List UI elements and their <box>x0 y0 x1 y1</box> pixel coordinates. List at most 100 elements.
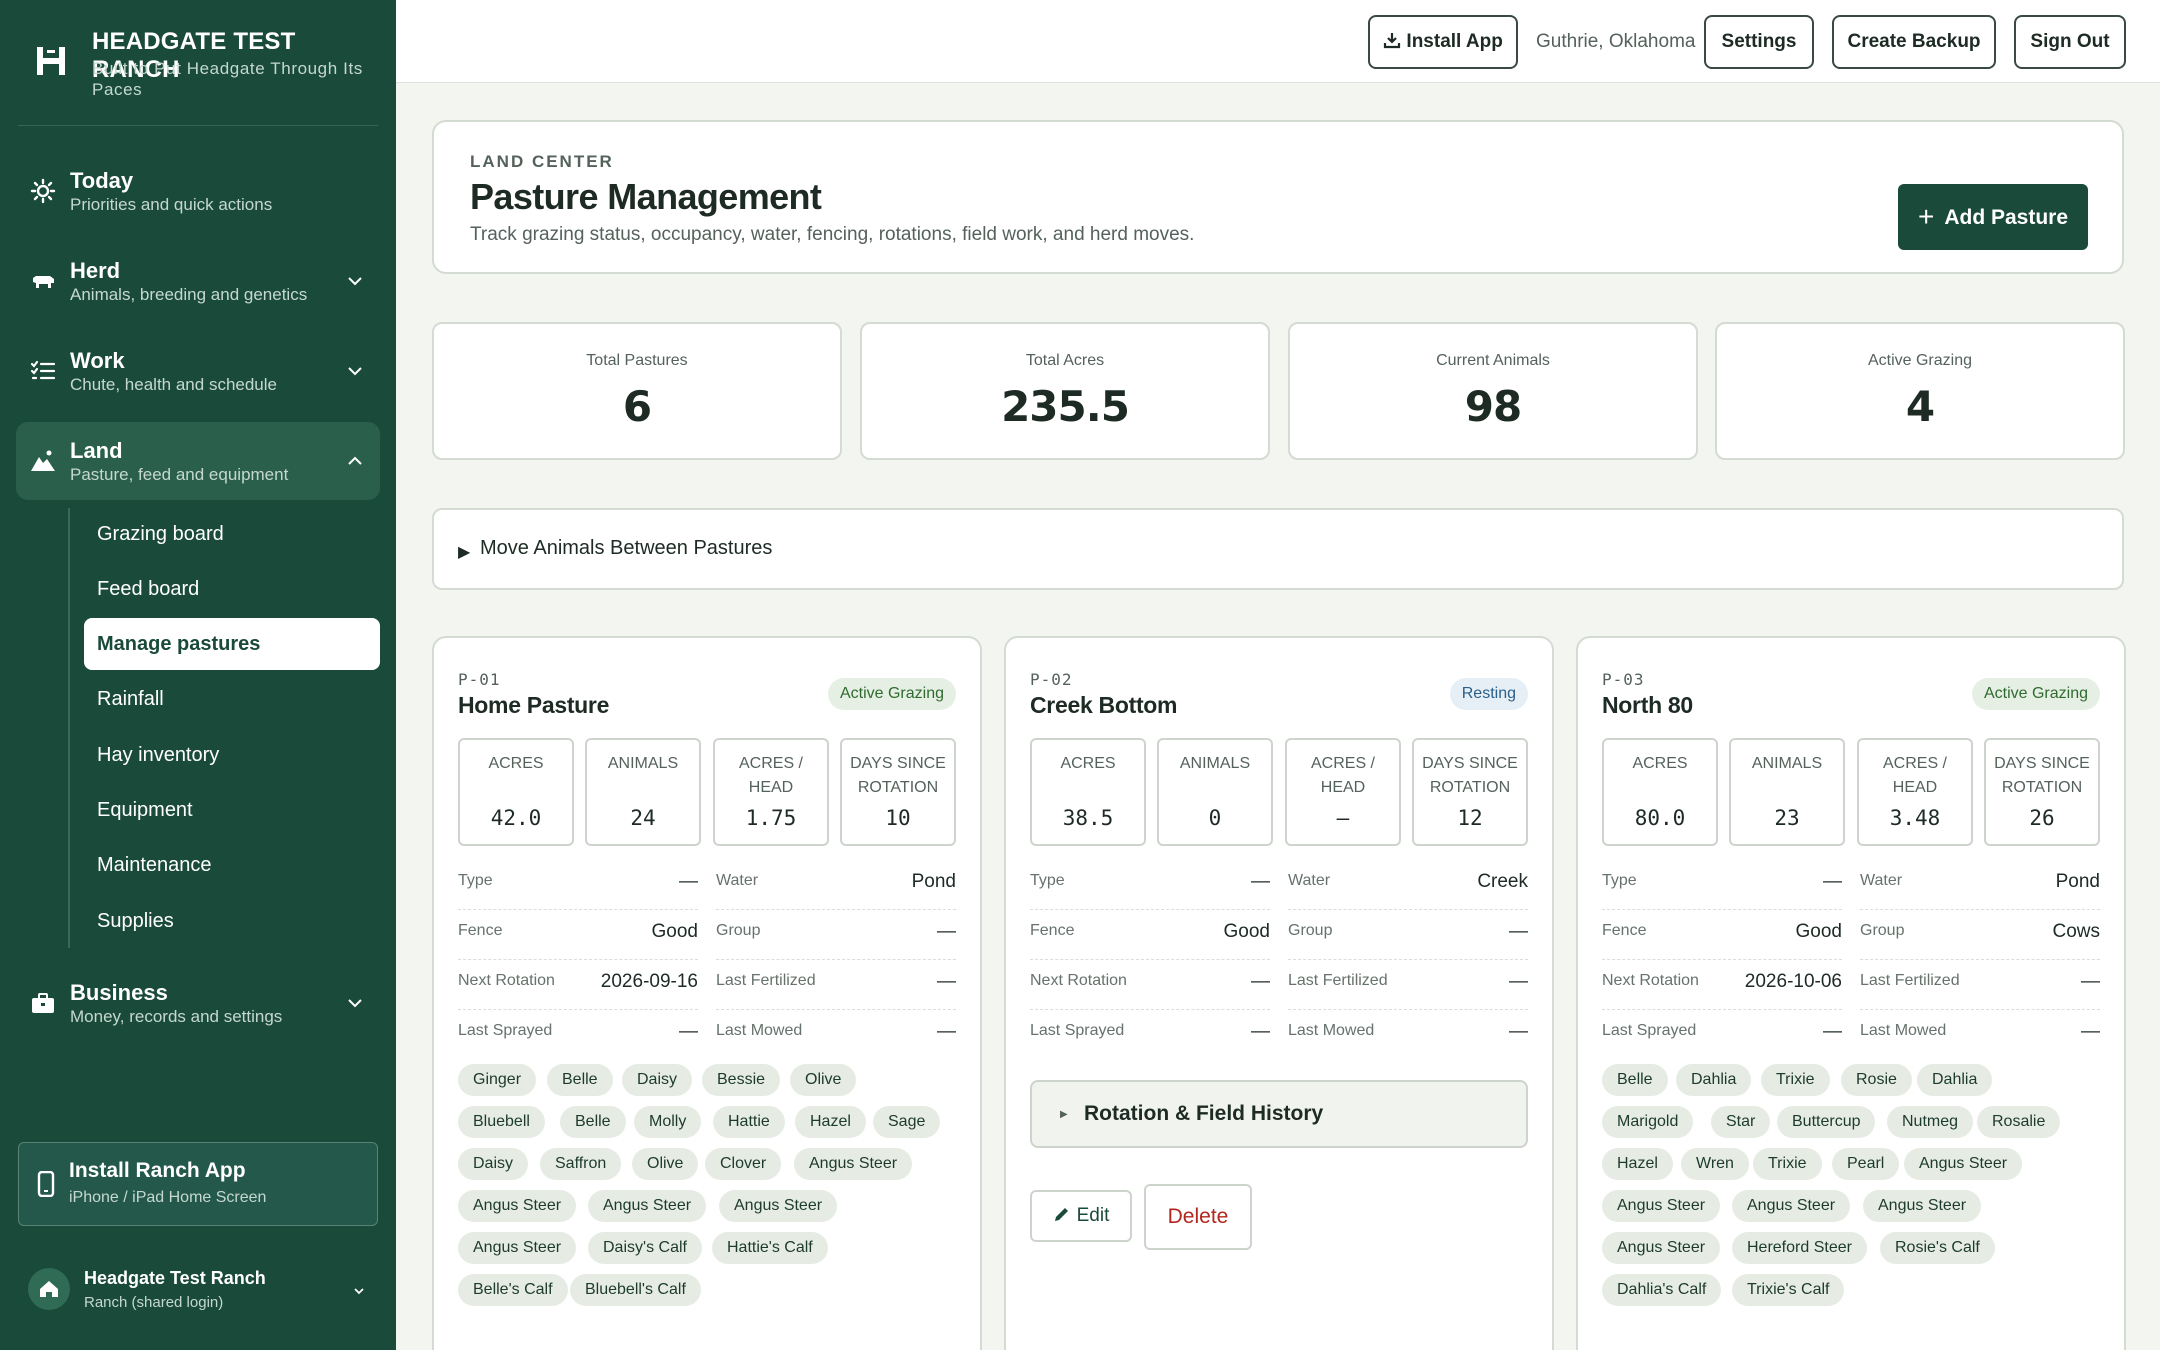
animal-tag[interactable]: Angus Steer <box>1863 1190 1982 1222</box>
nav-subtitle: Chute, health and schedule <box>70 375 277 394</box>
animal-tag[interactable]: Bluebell's Calf <box>570 1274 701 1306</box>
detail-type: Type — <box>1602 860 1842 910</box>
detail-value: — <box>679 871 698 892</box>
move-animals-disclosure[interactable]: ▶ Move Animals Between Pastures <box>432 508 2124 590</box>
metric-acres-per-head: ACRES / HEAD 3.48 <box>1857 738 1973 846</box>
install-ranch-app-card[interactable]: Install Ranch App iPhone / iPad Home Scr… <box>18 1142 378 1226</box>
animal-tag[interactable]: Dahlia <box>1917 1064 1993 1096</box>
animal-tag[interactable]: Trixie <box>1753 1148 1822 1180</box>
metric-label: ANIMALS <box>1179 755 1251 772</box>
animal-tag[interactable]: Pearl <box>1832 1148 1900 1180</box>
subnav-equipment[interactable]: Equipment <box>84 784 380 836</box>
add-pasture-button[interactable]: + Add Pasture <box>1898 184 2088 250</box>
animal-tag[interactable]: Rosalie <box>1977 1106 2061 1138</box>
animal-tag[interactable]: Daisy <box>458 1148 529 1180</box>
subnav-grazing-board[interactable]: Grazing board <box>84 508 380 560</box>
detail-value: — <box>1509 971 1528 992</box>
metric-label: DAYS SINCE ROTATION <box>850 755 946 796</box>
animal-tag[interactable]: Angus Steer <box>1602 1232 1721 1264</box>
delete-button[interactable]: Delete <box>1144 1184 1252 1250</box>
animal-tag[interactable]: Angus Steer <box>1732 1190 1851 1222</box>
animal-tag[interactable]: Hereford Steer <box>1732 1232 1867 1264</box>
detail-value: — <box>679 1021 698 1042</box>
animal-tag[interactable]: Belle <box>547 1064 613 1096</box>
animal-tag[interactable]: Wren <box>1681 1148 1749 1180</box>
animal-tag[interactable]: Dahlia <box>1676 1064 1752 1096</box>
subnav-hay-inventory[interactable]: Hay inventory <box>84 729 380 781</box>
animal-tag[interactable]: Nutmeg <box>1887 1106 1974 1138</box>
animal-tag[interactable]: Bessie <box>702 1064 781 1096</box>
animal-tag[interactable]: Angus Steer <box>794 1148 913 1180</box>
pasture-code: P-02 <box>1030 670 1073 689</box>
metric-value: 3.48 <box>1889 806 1941 830</box>
animal-tag[interactable]: Angus Steer <box>458 1190 577 1222</box>
detail-label: Water <box>1288 872 1331 889</box>
location-text: Guthrie, Oklahoma <box>1536 31 1696 52</box>
stat-value: 6 <box>622 382 652 431</box>
avatar <box>28 1268 70 1310</box>
nav-work[interactable]: Work Chute, health and schedule <box>16 332 380 410</box>
account-name: Headgate Test Ranch <box>84 1268 266 1288</box>
pasture-name: Home Pasture <box>458 692 610 718</box>
nav-herd[interactable]: Herd Animals, breeding and genetics <box>16 242 380 320</box>
animal-tag[interactable]: Rosie's Calf <box>1880 1232 1995 1264</box>
detail-type: Type — <box>1030 860 1270 910</box>
subnav-maintenance[interactable]: Maintenance <box>84 839 380 891</box>
animal-tag[interactable]: Buttercup <box>1777 1106 1876 1138</box>
animal-tag[interactable]: Rosie <box>1841 1064 1912 1096</box>
settings-button[interactable]: Settings <box>1704 15 1814 69</box>
account-switcher[interactable]: Headgate Test Ranch Ranch (shared login) <box>18 1248 378 1328</box>
animal-tag[interactable]: Star <box>1711 1106 1771 1138</box>
sign-out-button[interactable]: Sign Out <box>2014 15 2126 69</box>
top-bar: Install App Guthrie, Oklahoma Settings C… <box>396 0 2160 83</box>
subnav-rainfall[interactable]: Rainfall <box>84 673 380 725</box>
subnav-feed-board[interactable]: Feed board <box>84 563 380 615</box>
animal-tag[interactable]: Molly <box>634 1106 702 1138</box>
animal-tag[interactable]: Hazel <box>1602 1148 1673 1180</box>
animal-tag[interactable]: Daisy <box>622 1064 693 1096</box>
detail-label: Last Mowed <box>1860 1022 1947 1039</box>
animal-tag[interactable]: Sage <box>873 1106 941 1138</box>
detail-label: Fence <box>1030 922 1075 939</box>
rotation-history-disclosure[interactable]: ▶ Rotation & Field History <box>1030 1080 1528 1148</box>
pasture-card-home-pasture: P-01 Home Pasture Active Grazing ACRES 42… <box>432 636 982 1350</box>
animal-tag[interactable]: Ginger <box>458 1064 537 1096</box>
subnav-manage-pastures[interactable]: Manage pastures <box>84 618 380 670</box>
nav-title: Herd <box>70 258 121 283</box>
detail-label: Last Sprayed <box>1030 1022 1125 1039</box>
edit-button[interactable]: Edit <box>1030 1190 1132 1242</box>
animal-tag[interactable]: Angus Steer <box>588 1190 707 1222</box>
animal-tag[interactable]: Bluebell <box>458 1106 545 1138</box>
subnav-supplies[interactable]: Supplies <box>84 895 380 947</box>
detail-type: Type — <box>458 860 698 910</box>
animal-tag[interactable]: Marigold <box>1602 1106 1694 1138</box>
nav-subtitle: Priorities and quick actions <box>70 195 273 214</box>
animal-tag[interactable]: Daisy's Calf <box>588 1232 702 1264</box>
nav-business[interactable]: Business Money, records and settings <box>16 964 380 1042</box>
pasture-name: Creek Bottom <box>1030 692 1178 718</box>
animal-tag[interactable]: Angus Steer <box>1602 1190 1721 1222</box>
animal-tag[interactable]: Angus Steer <box>458 1232 577 1264</box>
detail-label: Fence <box>458 922 503 939</box>
animal-tag[interactable]: Belle <box>1602 1064 1668 1096</box>
animal-tag[interactable]: Hattie's Calf <box>712 1232 828 1264</box>
create-backup-button[interactable]: Create Backup <box>1832 15 1996 69</box>
animal-tag[interactable]: Belle <box>560 1106 626 1138</box>
install-app-button[interactable]: Install App <box>1368 15 1518 69</box>
animal-tag[interactable]: Hattie <box>713 1106 785 1138</box>
animal-tag[interactable]: Trixie <box>1761 1064 1830 1096</box>
detail-label: Last Fertilized <box>1288 972 1388 989</box>
animal-tag[interactable]: Clover <box>705 1148 782 1180</box>
animal-tag[interactable]: Olive <box>790 1064 857 1096</box>
animal-tag[interactable]: Angus Steer <box>1904 1148 2023 1180</box>
detail-value: Pond <box>2055 871 2100 892</box>
nav-today[interactable]: Today Priorities and quick actions <box>16 152 380 230</box>
animal-tag[interactable]: Olive <box>632 1148 699 1180</box>
nav-land[interactable]: Land Pasture, feed and equipment <box>16 422 380 500</box>
animal-tag[interactable]: Saffron <box>540 1148 622 1180</box>
animal-tag[interactable]: Dahlia's Calf <box>1602 1274 1722 1306</box>
animal-tag[interactable]: Belle's Calf <box>458 1274 568 1306</box>
animal-tag[interactable]: Trixie's Calf <box>1732 1274 1845 1306</box>
animal-tag[interactable]: Angus Steer <box>719 1190 838 1222</box>
animal-tag[interactable]: Hazel <box>795 1106 866 1138</box>
